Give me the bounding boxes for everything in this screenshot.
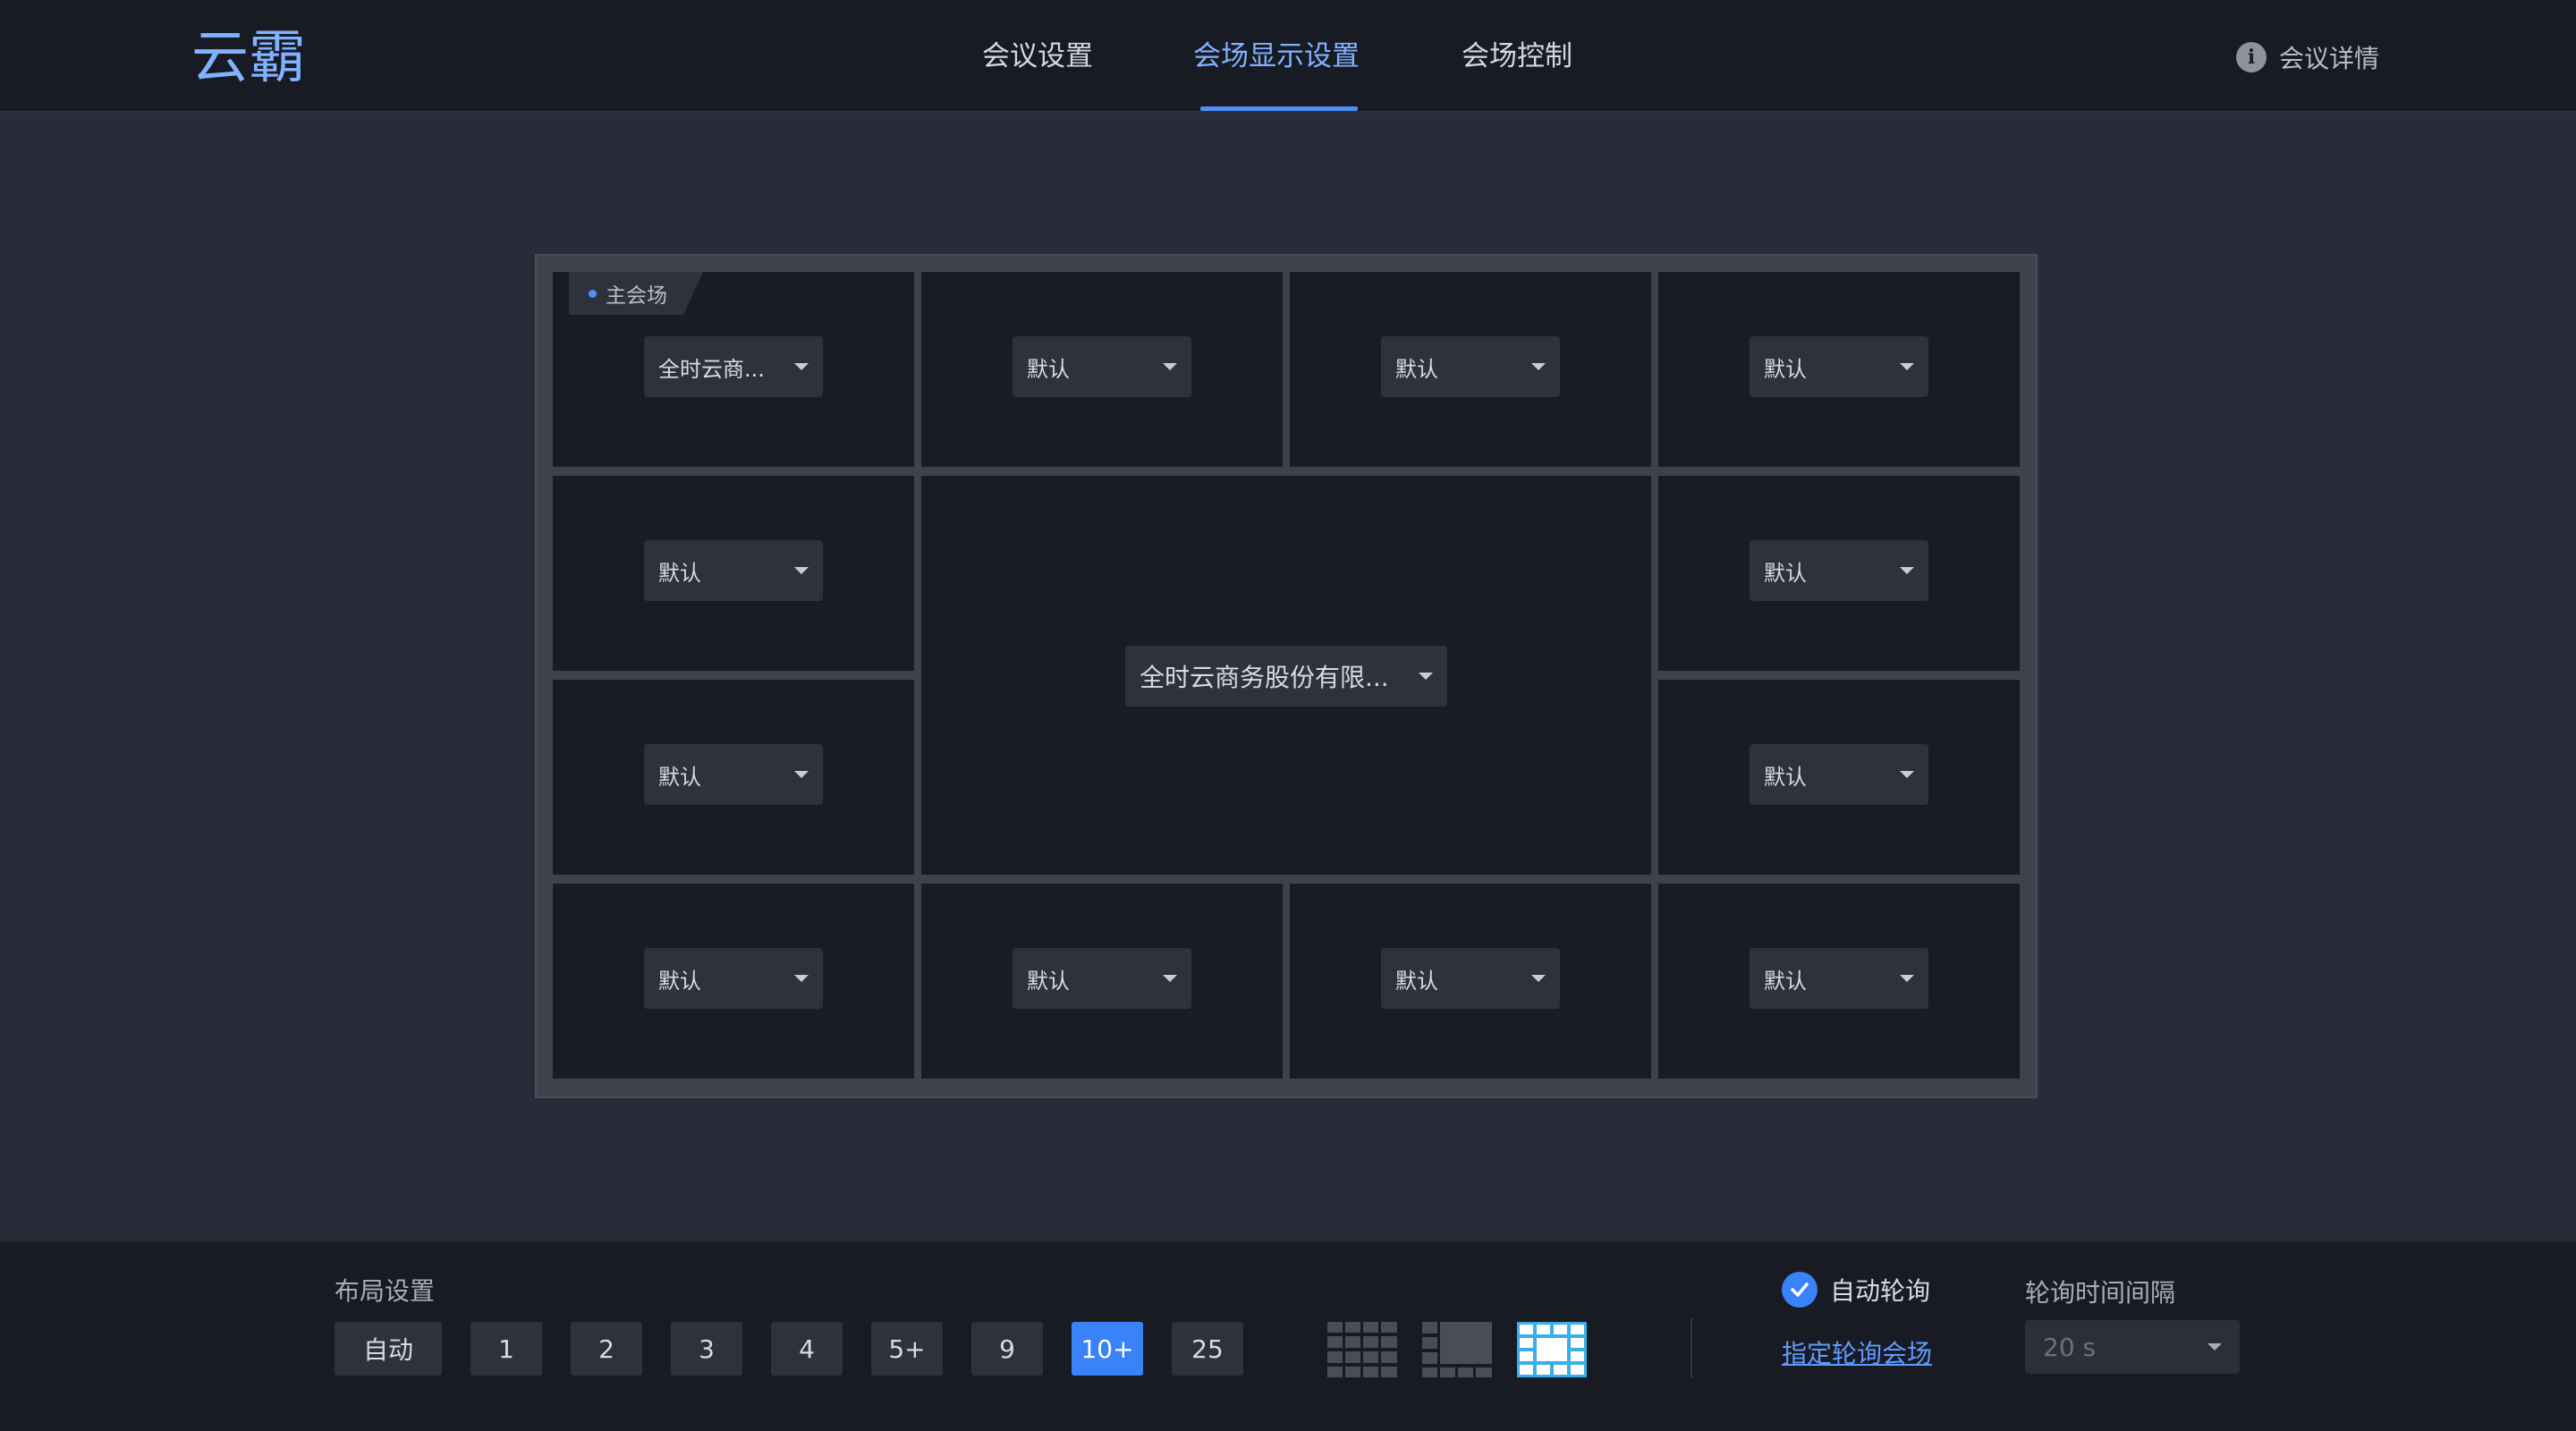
venue-select-value: 默认 — [658, 560, 701, 586]
venue-cell: 默认 — [1290, 884, 1651, 1079]
venue-cell: 默认 — [1658, 476, 2020, 671]
venue-select-value: 默认 — [1395, 968, 1438, 994]
venue-select[interactable]: 默认 — [644, 948, 823, 1009]
venue-select[interactable]: 默认 — [1750, 540, 1928, 601]
auto-poll-checkbox[interactable]: 自动轮询 — [1782, 1272, 1930, 1308]
caret-down-icon — [1163, 975, 1177, 982]
venue-cell: 默认 — [1658, 272, 2020, 467]
caret-down-icon — [2207, 1343, 2222, 1351]
venue-cell: 默认 — [921, 884, 1283, 1079]
caret-down-icon — [1419, 673, 1433, 680]
layout-option-25[interactable]: 25 — [1172, 1322, 1243, 1376]
layout-option-1[interactable]: 1 — [470, 1322, 542, 1376]
caret-down-icon — [794, 975, 809, 982]
venue-cell: 默认 — [1658, 884, 2020, 1079]
caret-down-icon — [1900, 567, 1914, 574]
layout-settings-title: 布局设置 — [335, 1276, 436, 1306]
poll-interval-title: 轮询时间间隔 — [2025, 1278, 2176, 1308]
top-header: 云霸 会议设置 会场显示设置 会场控制 i 会议详情 — [0, 0, 2576, 113]
caret-down-icon — [1531, 363, 1546, 370]
venue-select[interactable]: 默认 — [1750, 948, 1928, 1009]
layout-option-3[interactable]: 3 — [671, 1322, 742, 1376]
tab-venue-display-settings[interactable]: 会场显示设置 — [1193, 36, 1360, 77]
auto-poll-label: 自动轮询 — [1830, 1276, 1931, 1306]
caret-down-icon — [1531, 975, 1546, 982]
venue-select-value: 默认 — [1764, 764, 1807, 790]
venue-select[interactable]: 默认 — [1750, 336, 1928, 397]
tab-venue-control[interactable]: 会场控制 — [1462, 36, 1572, 77]
caret-down-icon — [794, 771, 809, 778]
bottom-toolbar: 布局设置 自动 1 2 3 4 5+ 9 10+ 25 自动轮询 指定轮询会场 … — [0, 1241, 2576, 1431]
main-venue-dot — [589, 290, 597, 298]
caret-down-icon — [1163, 363, 1177, 370]
active-tab-indicator — [1200, 106, 1358, 111]
venue-cell: 默认 — [553, 884, 914, 1079]
venue-select-value: 默认 — [1764, 560, 1807, 586]
venue-cell: 默认 — [1290, 272, 1651, 467]
caret-down-icon — [1900, 771, 1914, 778]
layout-option-5plus[interactable]: 5+ — [871, 1322, 943, 1376]
grid-equal-icon[interactable] — [1327, 1322, 1397, 1377]
tab-meeting-settings[interactable]: 会议设置 — [982, 36, 1093, 77]
venue-select-value: 默认 — [658, 968, 701, 994]
venue-select-value: 默认 — [1027, 968, 1070, 994]
main-venue-label: 主会场 — [606, 284, 667, 308]
layout-option-2[interactable]: 2 — [571, 1322, 642, 1376]
venue-cell: 默认 — [553, 476, 914, 671]
svg-text:云霸: 云霸 — [191, 25, 306, 88]
screen-layout-preview: 主会场 全时云商... 默认 默认 默认 默认 全时云商务股份有限... 默认 … — [535, 254, 2038, 1098]
venue-select[interactable]: 全时云商... — [644, 336, 823, 397]
venue-select-value: 全时云商务股份有限... — [1140, 663, 1389, 692]
info-icon: i — [2236, 42, 2267, 72]
main-venue-tag: 主会场 — [569, 272, 703, 315]
venue-select[interactable]: 默认 — [644, 540, 823, 601]
venue-select-value: 默认 — [1764, 968, 1807, 994]
caret-down-icon — [794, 567, 809, 574]
venue-select[interactable]: 默认 — [1381, 336, 1560, 397]
venue-cell-main: 主会场 全时云商... — [553, 272, 914, 467]
meeting-details-label: 会议详情 — [2279, 44, 2380, 73]
venue-select-value: 默认 — [658, 764, 701, 790]
venue-cell-center: 全时云商务股份有限... — [921, 476, 1651, 875]
layout-option-4[interactable]: 4 — [771, 1322, 843, 1376]
grid-focus-icon[interactable] — [1422, 1322, 1492, 1377]
caret-down-icon — [1900, 975, 1914, 982]
venue-select[interactable]: 默认 — [1013, 336, 1191, 397]
venue-select[interactable]: 默认 — [1381, 948, 1560, 1009]
layout-option-10plus[interactable]: 10+ — [1072, 1322, 1143, 1376]
venue-cell: 默认 — [921, 272, 1283, 467]
check-icon — [1782, 1272, 1818, 1308]
layout-option-9[interactable]: 9 — [971, 1322, 1043, 1376]
venue-select[interactable]: 默认 — [644, 744, 823, 805]
poll-interval-value: 20 s — [2043, 1332, 2097, 1362]
venue-select-value: 默认 — [1764, 356, 1807, 382]
grid-surround-icon[interactable] — [1517, 1322, 1587, 1377]
venue-select[interactable]: 默认 — [1750, 744, 1928, 805]
venue-cell: 默认 — [553, 680, 914, 875]
venue-select-center[interactable]: 全时云商务股份有限... — [1125, 646, 1447, 707]
meeting-details-button[interactable]: i 会议详情 — [2236, 38, 2379, 77]
layout-option-auto[interactable]: 自动 — [335, 1322, 442, 1376]
venue-cell: 默认 — [1658, 680, 2020, 875]
poll-interval-select[interactable]: 20 s — [2025, 1320, 2240, 1374]
caret-down-icon — [794, 363, 809, 370]
venue-select-value: 默认 — [1395, 356, 1438, 382]
venue-select[interactable]: 默认 — [1013, 948, 1191, 1009]
venue-select-value: 默认 — [1027, 356, 1070, 382]
venue-select-value: 全时云商... — [658, 356, 765, 382]
toolbar-divider — [1690, 1318, 1692, 1377]
assign-poll-venues-link[interactable]: 指定轮询会场 — [1782, 1334, 1932, 1370]
yunba-logo: 云霸 — [191, 25, 306, 88]
caret-down-icon — [1900, 363, 1914, 370]
